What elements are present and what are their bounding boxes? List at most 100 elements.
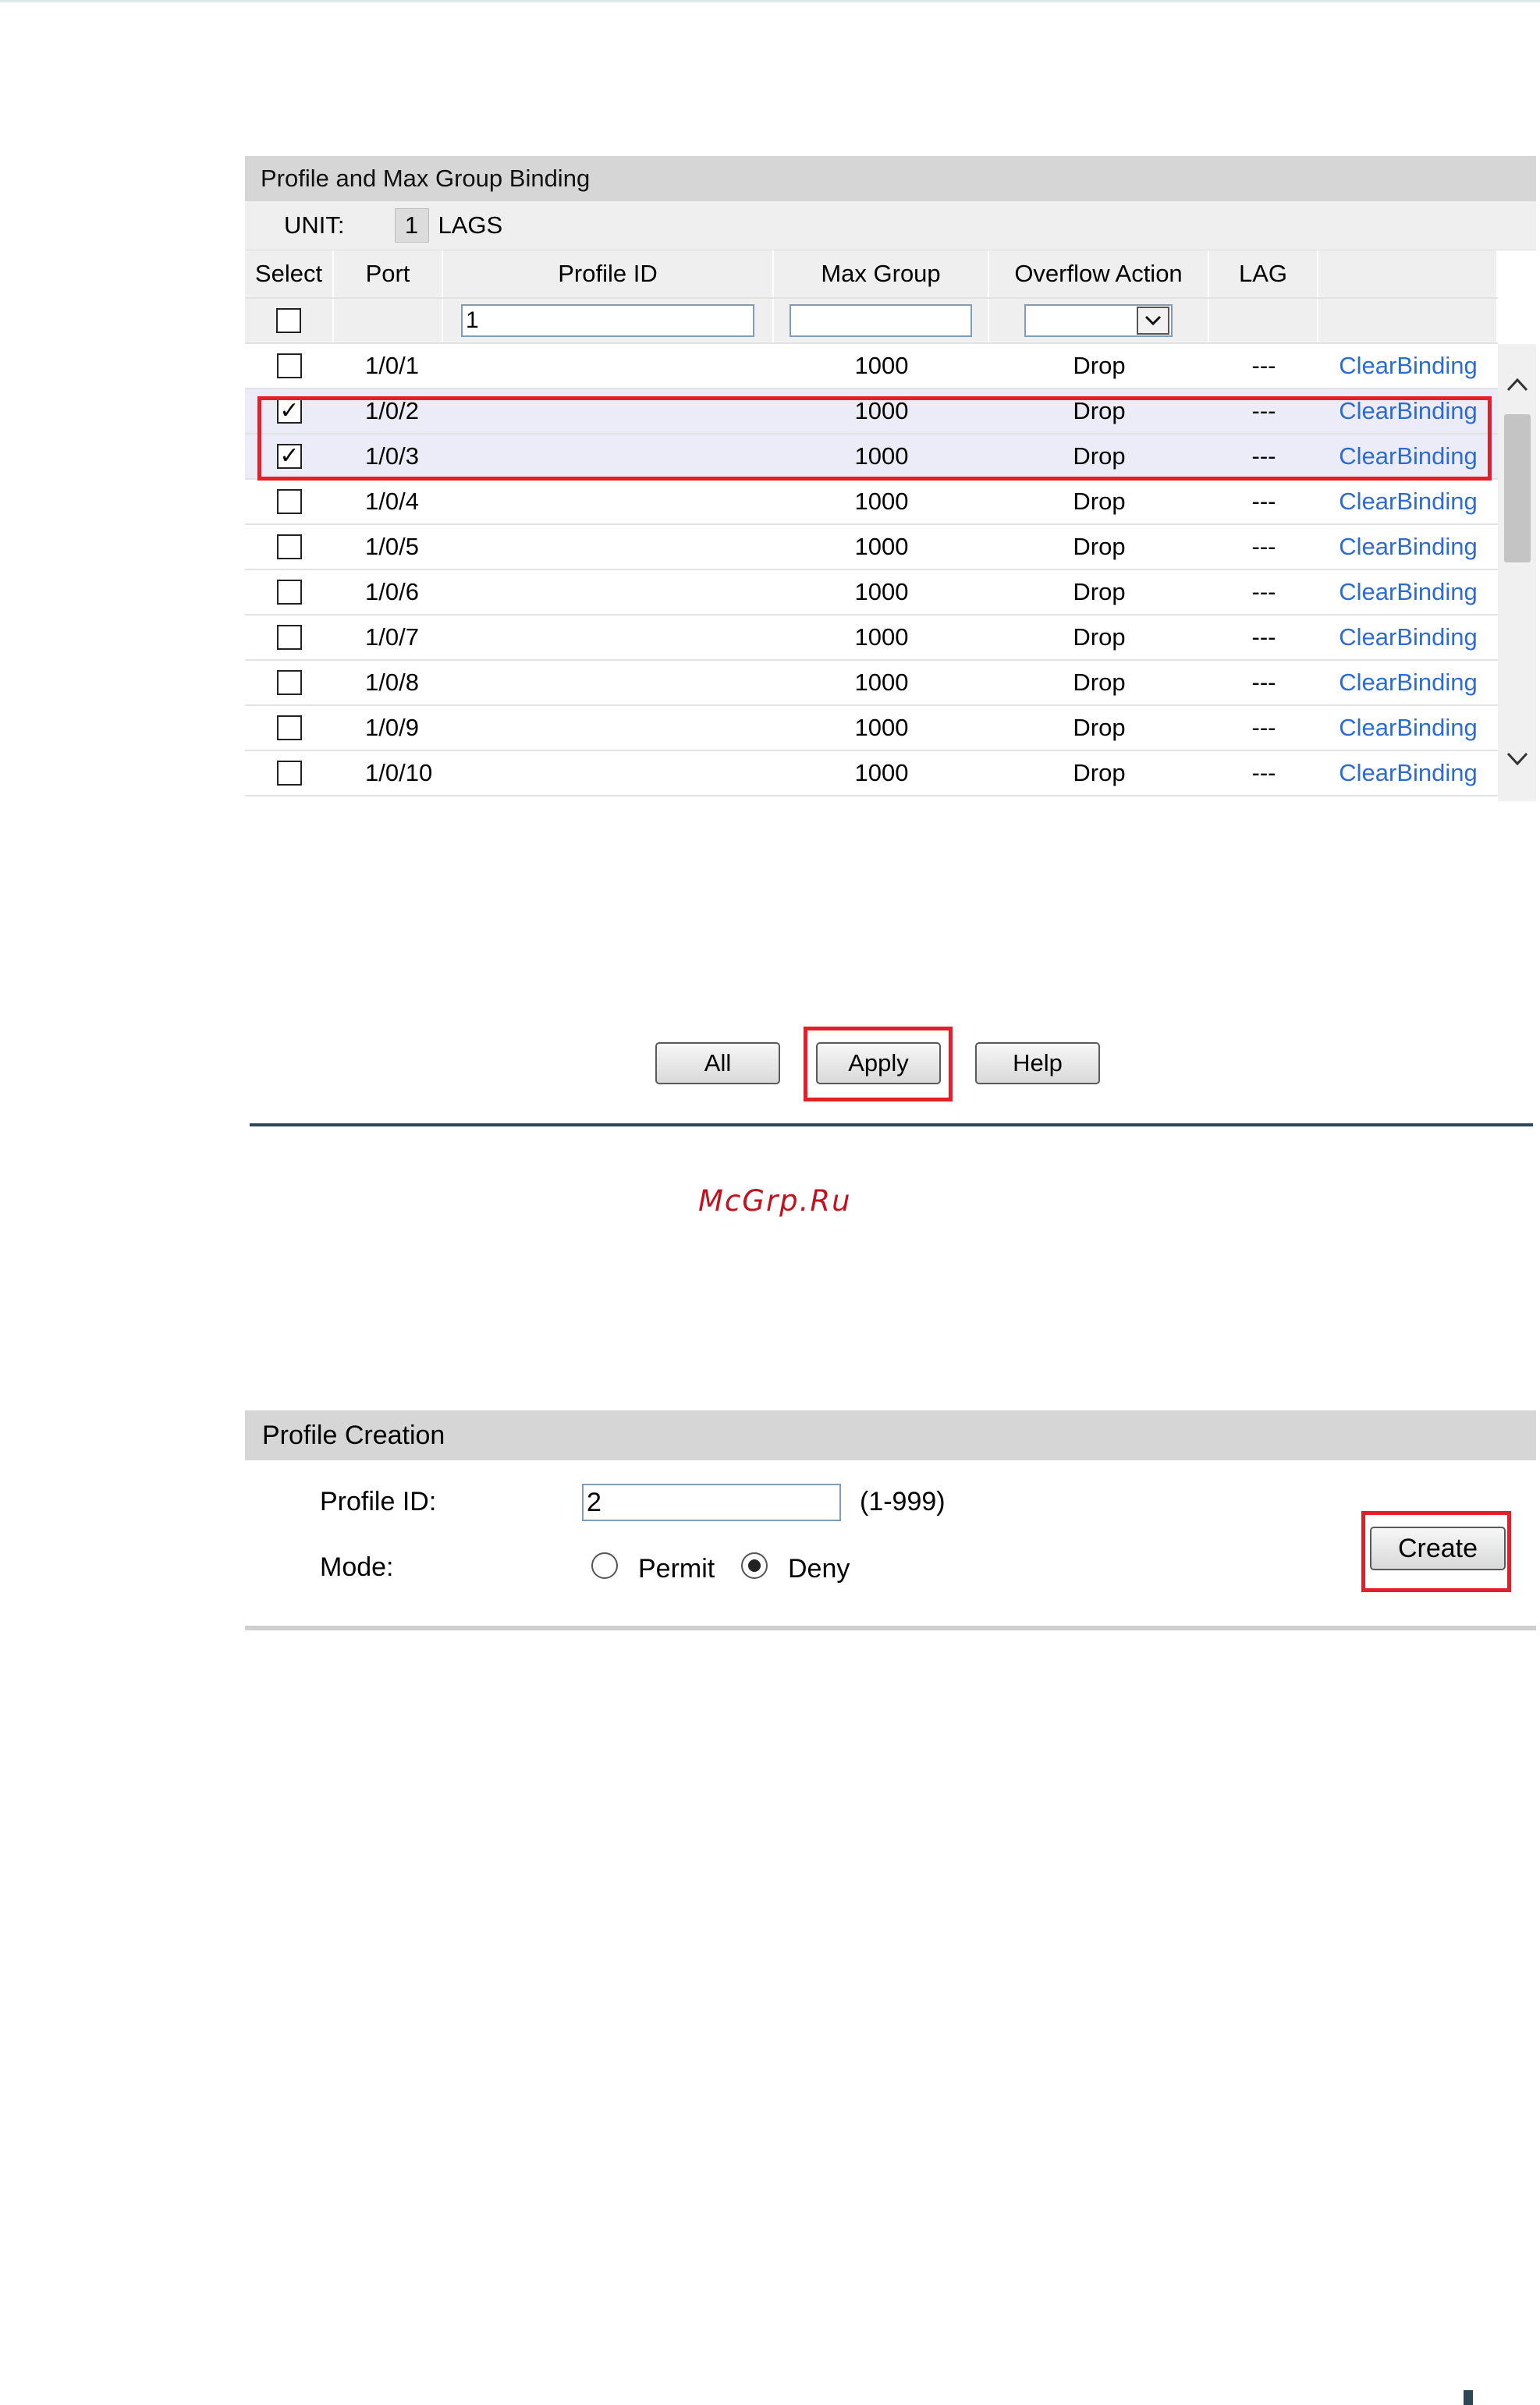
port-cell: 1/0/10 xyxy=(365,759,433,786)
clear-binding-link[interactable]: ClearBinding xyxy=(1339,488,1478,516)
table-row: 1/0/7 1000 Drop --- ClearBinding xyxy=(245,615,1498,661)
clear-binding-link[interactable]: ClearBinding xyxy=(1339,397,1478,425)
profile-id-range-hint: (1-999) xyxy=(860,1487,946,1516)
clear-binding-link[interactable]: ClearBinding xyxy=(1339,669,1478,697)
max-group-cell: 1000 xyxy=(854,714,909,741)
clear-binding-link[interactable]: ClearBinding xyxy=(1339,442,1478,470)
table-row: 1/0/6 1000 Drop --- ClearBinding xyxy=(245,570,1498,615)
scroll-up-icon[interactable] xyxy=(1498,366,1536,403)
table-row: 1/0/5 1000 Drop --- ClearBinding xyxy=(245,525,1498,570)
port-cell: 1/0/4 xyxy=(365,488,419,515)
profile-id-cell xyxy=(443,480,774,523)
clear-binding-link[interactable]: ClearBinding xyxy=(1339,352,1478,380)
checkmark-icon: ✓ xyxy=(279,398,300,424)
watermark-text: McGrp.Ru xyxy=(698,1184,852,1218)
max-group-input[interactable] xyxy=(790,304,972,337)
mode-permit-radio[interactable] xyxy=(591,1552,618,1579)
clear-binding-link[interactable]: ClearBinding xyxy=(1339,759,1478,787)
clear-binding-link[interactable]: ClearBinding xyxy=(1339,623,1478,651)
column-header-select: Select xyxy=(245,250,334,297)
scrollbar-thumb[interactable] xyxy=(1504,414,1531,562)
row-checkbox[interactable] xyxy=(277,715,302,740)
select-all-checkbox[interactable] xyxy=(276,308,301,333)
clear-binding-link[interactable]: ClearBinding xyxy=(1339,533,1478,561)
port-cell: 1/0/3 xyxy=(365,442,419,470)
profile-id-cell xyxy=(443,525,774,569)
lag-cell: --- xyxy=(1251,714,1276,741)
mode-deny-label: Deny xyxy=(788,1554,850,1584)
all-button[interactable]: All xyxy=(655,1042,780,1084)
section-divider xyxy=(250,1123,1533,1126)
row-checkbox[interactable] xyxy=(277,761,302,786)
table-row: 1/0/111000Drop---ClearBinding xyxy=(245,796,1498,801)
help-button[interactable]: Help xyxy=(975,1042,1100,1084)
clear-binding-link[interactable]: ClearBinding xyxy=(1339,578,1478,606)
column-header-profile-id: Profile ID xyxy=(443,250,774,297)
create-button[interactable]: Create xyxy=(1370,1527,1506,1570)
row-checkbox[interactable] xyxy=(277,625,302,650)
max-group-cell: 1000 xyxy=(854,578,909,605)
lag-cell: --- xyxy=(1251,623,1276,651)
max-group-cell: 1000 xyxy=(854,759,909,786)
batch-edit-row xyxy=(245,299,1498,344)
page-corner-mark xyxy=(1464,2390,1473,2405)
checkmark-icon: ✓ xyxy=(279,443,300,469)
profile-id-cell xyxy=(443,796,774,801)
port-rows: 1/0/1 1000 Drop --- ClearBinding ✓ 1/0/2 1000 Dr… xyxy=(245,344,1536,801)
table-row: 1/0/9 1000 Drop --- ClearBinding xyxy=(245,706,1498,751)
overflow-action-cell: Drop xyxy=(1073,442,1126,470)
apply-button[interactable]: Apply xyxy=(816,1042,941,1084)
overflow-action-cell: Drop xyxy=(989,796,1209,801)
lags-tab[interactable]: LAGS xyxy=(438,211,503,239)
overflow-action-select[interactable] xyxy=(1024,304,1173,337)
table-row: ✓ 1/0/3 1000 Drop --- ClearBinding xyxy=(245,435,1498,480)
clear-binding-link[interactable]: ClearBinding xyxy=(1339,714,1478,742)
scroll-down-icon[interactable] xyxy=(1498,740,1536,778)
profile-id-input[interactable] xyxy=(461,304,754,337)
row-checkbox[interactable] xyxy=(277,534,302,559)
max-group-cell: 1000 xyxy=(854,352,909,379)
max-group-cell: 1000 xyxy=(774,796,989,801)
column-header-action xyxy=(1318,250,1498,297)
profile-id-cell xyxy=(443,706,774,750)
binding-panel-title: Profile and Max Group Binding xyxy=(245,156,1536,201)
max-group-cell: 1000 xyxy=(854,488,909,515)
row-checkbox[interactable] xyxy=(277,670,302,695)
overflow-action-cell: Drop xyxy=(1073,352,1126,379)
mode-permit-label: Permit xyxy=(638,1554,715,1584)
row-checkbox[interactable]: ✓ xyxy=(277,444,302,469)
row-checkbox[interactable] xyxy=(277,489,302,514)
overflow-action-cell: Drop xyxy=(1073,714,1126,741)
overflow-action-cell: Drop xyxy=(1073,623,1126,651)
table-row: 1/0/8 1000 Drop --- ClearBinding xyxy=(245,661,1498,706)
binding-panel: Profile and Max Group Binding UNIT: 1 LA… xyxy=(245,156,1536,801)
table-row: 1/0/1 1000 Drop --- ClearBinding xyxy=(245,344,1498,389)
column-header-max-group: Max Group xyxy=(774,250,989,297)
port-cell: 1/0/1 xyxy=(365,352,419,379)
row-checkbox[interactable] xyxy=(277,580,302,605)
table-header: Select Port Profile ID Max Group Overflo… xyxy=(245,250,1498,299)
row-checkbox[interactable] xyxy=(277,353,302,378)
unit-1-button[interactable]: 1 xyxy=(394,208,429,243)
top-rule xyxy=(0,0,1540,2)
overflow-action-cell: Drop xyxy=(1073,578,1126,605)
table-row: 1/0/10 1000 Drop --- ClearBinding xyxy=(245,751,1498,796)
max-group-cell: 1000 xyxy=(854,397,909,424)
unit-label: UNIT: xyxy=(284,211,345,239)
mode-label: Mode: xyxy=(320,1552,394,1582)
port-cell: 1/0/6 xyxy=(365,578,419,605)
chevron-down-icon xyxy=(1137,307,1169,335)
overflow-action-cell: Drop xyxy=(1073,397,1126,424)
table-row: ✓ 1/0/2 1000 Drop --- ClearBinding xyxy=(245,389,1498,435)
vertical-scrollbar[interactable] xyxy=(1498,344,1536,801)
row-checkbox[interactable]: ✓ xyxy=(277,399,302,424)
new-profile-id-input[interactable] xyxy=(582,1484,841,1521)
port-cell: 1/0/5 xyxy=(365,533,419,560)
lag-cell: --- xyxy=(1251,759,1276,786)
mode-deny-radio[interactable] xyxy=(741,1552,768,1579)
port-table-body[interactable]: 1/0/1 1000 Drop --- ClearBinding ✓ 1/0/2 1000 Dr… xyxy=(245,344,1536,801)
max-group-cell: 1000 xyxy=(854,533,909,560)
profile-id-cell xyxy=(443,661,774,704)
lag-cell: --- xyxy=(1251,578,1276,605)
profile-id-label: Profile ID: xyxy=(320,1487,437,1516)
